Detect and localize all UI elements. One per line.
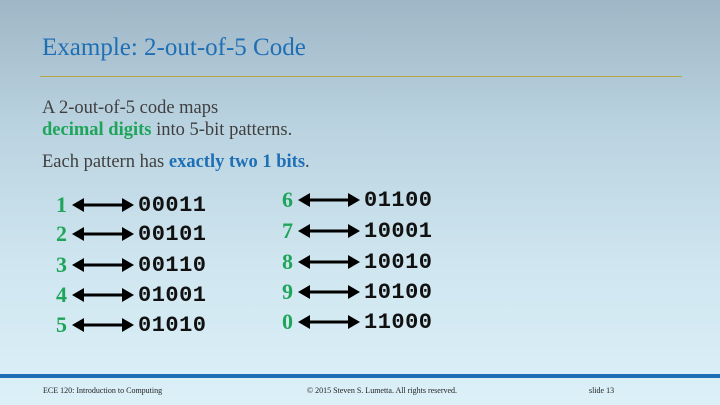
slide-title: Example: 2-out-of-5 Code [42,34,306,61]
mapping-row: 5 01010 [56,311,207,339]
mapping-row: 4 01001 [56,281,207,309]
decimal-digit: 9 [282,279,293,304]
mapping-row: 0 11000 [282,308,433,336]
footer-course: ECE 120: Introduction to Computing [43,386,163,395]
bit-pattern: 01010 [138,312,207,338]
decimal-digit: 4 [56,282,67,307]
bit-pattern: 00011 [138,192,207,218]
double-arrow-icon [298,285,360,299]
mapping-row: 1 00011 [56,191,207,219]
double-arrow-icon [72,318,134,332]
decimal-digit: 0 [282,309,293,334]
body-line-1: A 2-out-of-5 code maps [42,98,219,118]
mapping-row: 6 01100 [282,186,433,214]
decimal-digit: 5 [56,312,67,337]
footer-bar [0,374,720,378]
body-line-3-end: . [305,152,310,172]
double-arrow-icon [72,198,134,212]
body-line-3-start: Each pattern has [42,152,169,172]
double-arrow-icon [298,224,360,238]
bit-pattern: 01100 [364,187,433,213]
mapping-row: 9 10100 [282,278,433,306]
bit-pattern: 10010 [364,249,433,275]
slide: Example: 2-out-of-5 Code A 2-out-of-5 co… [0,0,720,405]
bit-pattern: 10001 [364,218,433,244]
mapping-row: 8 10010 [282,248,433,276]
double-arrow-icon [298,315,360,329]
bit-pattern: 10100 [364,279,433,305]
mapping-row: 3 00110 [56,251,207,279]
double-arrow-icon [72,288,134,302]
highlight-exactly-two: exactly two 1 bits [168,152,306,172]
bit-pattern: 11000 [364,309,433,335]
decimal-digit: 8 [282,249,293,274]
body-line-3: Each pattern has exactly two 1 bits. [42,152,310,173]
double-arrow-icon [72,227,134,241]
body-line-2: decimal digits into 5-bit patterns. [42,120,292,141]
mapping-row: 7 10001 [282,217,433,245]
title-divider [40,76,682,77]
decimal-digit: 6 [282,187,293,212]
mapping-row: 2 00101 [56,220,207,248]
decimal-digit: 1 [56,192,67,217]
bit-pattern: 00101 [138,221,207,247]
body-line-2-rest: into 5-bit patterns. [151,120,293,140]
highlight-decimal-digits: decimal digits [42,120,152,140]
double-arrow-icon [72,258,134,272]
decimal-digit: 7 [282,218,293,243]
bit-pattern: 00110 [138,252,207,278]
decimal-digit: 2 [56,221,67,246]
footer-copyright: © 2015 Steven S. Lumetta. All rights res… [307,386,458,395]
double-arrow-icon [298,193,360,207]
double-arrow-icon [298,255,360,269]
decimal-digit: 3 [56,252,67,277]
footer-slide-number: slide 13 [589,386,615,395]
bit-pattern: 01001 [138,282,207,308]
